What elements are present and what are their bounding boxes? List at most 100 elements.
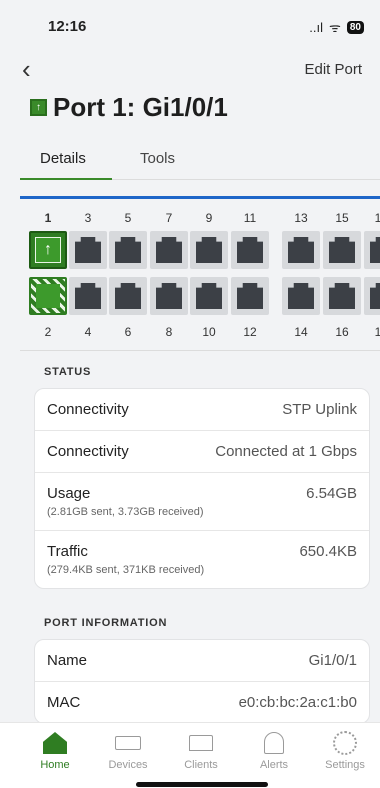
row-value: e0:cb:bc:2a:c1:b0	[238, 694, 357, 711]
nav-label: Alerts	[259, 759, 289, 771]
port-number: 9	[205, 211, 213, 225]
info-row: MAC e0:cb:bc:2a:c1:b0	[35, 682, 369, 723]
row-subtext: (279.4KB sent, 371KB received)	[47, 564, 205, 576]
nav-home[interactable]: Home	[20, 729, 90, 771]
tab-bar: Details Tools	[20, 142, 380, 180]
tab-details[interactable]: Details	[40, 150, 86, 167]
nav-label: Settings	[325, 759, 365, 771]
home-icon	[43, 732, 67, 754]
port-number: 1	[366, 211, 380, 225]
port-14[interactable]	[282, 277, 320, 315]
port-info-card: Name Gi1/0/1 MAC e0:cb:bc:2a:c1:b0	[34, 639, 370, 724]
port-13[interactable]	[282, 231, 320, 269]
signal-icon: ..ıl	[309, 19, 323, 35]
port-8[interactable]	[150, 277, 188, 315]
home-indicator	[136, 782, 268, 787]
divider	[20, 350, 380, 351]
port-info-section-label: PORT INFORMATION	[44, 617, 168, 629]
port-number: 3	[84, 211, 92, 225]
status-row: Usage (2.81GB sent, 3.73GB received) 6.5…	[35, 473, 369, 531]
port-12[interactable]	[231, 277, 269, 315]
nav-settings[interactable]: Settings	[310, 729, 380, 771]
ethernet-port-icon	[115, 237, 141, 263]
port-title: Port 1: Gi1/0/1	[53, 92, 228, 122]
status-row: Connectivity STP Uplink	[35, 389, 369, 431]
row-subtext: (2.81GB sent, 3.73GB received)	[47, 506, 204, 518]
port-number: 15	[335, 211, 349, 225]
status-row: Connectivity Connected at 1 Gbps	[35, 431, 369, 473]
port-number: 10	[202, 325, 216, 339]
status-bar: 12:16 ..ıl ᯤ 80	[0, 0, 380, 52]
nav-label: Clients	[184, 759, 218, 771]
status-section-label: STATUS	[44, 366, 92, 378]
row-value: Connected at 1 Gbps	[215, 443, 357, 460]
port-18-partial[interactable]	[364, 277, 380, 315]
ethernet-port-icon	[196, 237, 222, 263]
status-row: Traffic (279.4KB sent, 371KB received) 6…	[35, 531, 369, 588]
wifi-icon: ᯤ	[329, 20, 341, 35]
port-5[interactable]	[109, 231, 147, 269]
nav-label: Home	[40, 759, 70, 771]
ethernet-port-icon	[237, 283, 263, 309]
port-1-uplink[interactable]: ↑	[29, 231, 67, 269]
ethernet-port-icon	[370, 283, 380, 309]
port-number: 11	[243, 211, 257, 225]
port-number: 5	[124, 211, 132, 225]
nav-alerts[interactable]: Alerts	[239, 729, 309, 771]
status-icons: ..ıl ᯤ 80	[309, 18, 364, 36]
port-4[interactable]	[69, 277, 107, 315]
active-tab-indicator	[20, 178, 112, 180]
port-7[interactable]	[150, 231, 188, 269]
port-number: 6	[124, 325, 132, 339]
port-17-partial[interactable]	[364, 231, 380, 269]
info-row: Name Gi1/0/1	[35, 640, 369, 682]
port-status-icon: ↑	[30, 99, 47, 116]
port-16[interactable]	[323, 277, 361, 315]
ethernet-port-icon	[370, 237, 380, 263]
ethernet-port-icon	[156, 283, 182, 309]
tab-tools[interactable]: Tools	[140, 150, 175, 167]
status-card: Connectivity STP Uplink Connectivity Con…	[34, 388, 370, 589]
row-value: 6.54GB	[306, 485, 357, 502]
nav-clients[interactable]: Clients	[166, 729, 236, 771]
row-value: Gi1/0/1	[308, 652, 357, 669]
edit-port-button[interactable]: Edit Port	[304, 61, 362, 78]
nav-devices[interactable]: Devices	[93, 729, 163, 771]
nav-bar: ‹ Edit Port	[0, 52, 380, 88]
port-10[interactable]	[190, 277, 228, 315]
ethernet-port-icon	[156, 237, 182, 263]
ethernet-port-icon	[288, 283, 314, 309]
port-number: 7	[165, 211, 173, 225]
port-panel[interactable]: 1 3 5 7 9 11 13 15 1 ↑ 2 4 6 8 10 12 14 …	[20, 196, 380, 350]
port-3[interactable]	[69, 231, 107, 269]
port-11[interactable]	[231, 231, 269, 269]
port-number: 4	[84, 325, 92, 339]
bottom-nav: Home Devices Clients Alerts Settings	[0, 722, 380, 788]
port-number: 8	[165, 325, 173, 339]
port-15[interactable]	[323, 231, 361, 269]
row-value: 650.4KB	[299, 543, 357, 560]
port-number: 2	[44, 325, 52, 339]
back-chevron-icon[interactable]: ‹	[22, 56, 31, 82]
port-active-indicator	[36, 284, 60, 308]
row-value: STP Uplink	[282, 401, 357, 418]
status-time: 12:16	[48, 18, 87, 35]
laptop-icon	[189, 735, 213, 751]
bell-icon	[264, 732, 284, 754]
ethernet-port-icon	[288, 237, 314, 263]
ethernet-port-icon	[329, 283, 355, 309]
ethernet-port-icon	[237, 237, 263, 263]
battery-icon: 80	[346, 20, 364, 34]
port-number: 16	[335, 325, 349, 339]
page-title: ↑ Port 1: Gi1/0/1	[30, 92, 228, 123]
port-9[interactable]	[190, 231, 228, 269]
port-number: 1	[44, 211, 52, 225]
port-6[interactable]	[109, 277, 147, 315]
port-2-selected[interactable]	[29, 277, 67, 315]
port-number: 14	[294, 325, 308, 339]
nav-label: Devices	[108, 759, 148, 771]
port-number: 12	[243, 325, 257, 339]
port-number: 13	[294, 211, 308, 225]
ethernet-port-icon	[75, 283, 101, 309]
ethernet-port-icon	[196, 283, 222, 309]
